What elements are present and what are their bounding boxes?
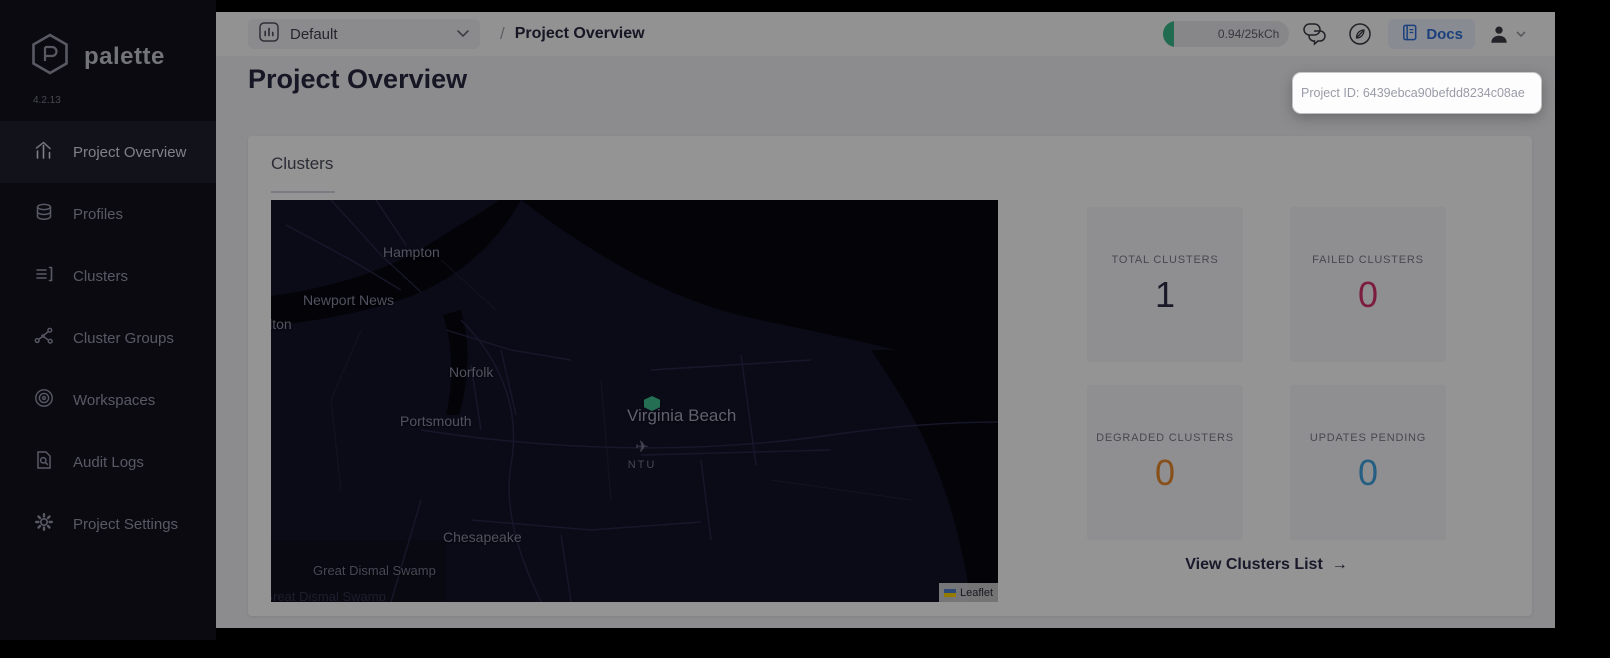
view-clusters-list-link[interactable]: View Clusters List → — [1087, 556, 1446, 574]
airport-code: NTU — [627, 459, 657, 471]
clusters-panel: Clusters Hampton Newport News ton Norfol… — [248, 136, 1532, 616]
main-content: Project Overview Clusters Hampton Newpor… — [216, 56, 1555, 628]
chart-square-icon — [258, 21, 280, 48]
view-clusters-list-label: View Clusters List — [1185, 556, 1323, 573]
header-actions: 0.94/25kCh Docs — [1163, 19, 1527, 49]
docs-button[interactable]: Docs — [1388, 19, 1475, 49]
stat-value: 0 — [1357, 273, 1379, 315]
airplane-icon: ✈ — [635, 439, 649, 456]
sidebar-item-label: Project Settings — [73, 515, 179, 533]
user-menu-button[interactable] — [1488, 23, 1527, 45]
map-label-city: Hampton — [383, 244, 440, 260]
arrow-right-icon: → — [1331, 556, 1348, 573]
sidebar-item-label: Profiles — [73, 205, 124, 223]
sidebar-item-label: Clusters — [73, 267, 129, 285]
sidebar-item-clusters[interactable]: Clusters — [0, 245, 216, 307]
sidebar-item-label: Audit Logs — [73, 453, 144, 471]
palette-logo-icon — [28, 32, 72, 81]
stat-label: FAILED CLUSTERS — [1312, 253, 1424, 266]
help-button[interactable] — [1345, 19, 1375, 49]
map-label-area: Great Dismal Swamp — [313, 563, 436, 578]
usage-progress-fill — [1163, 21, 1175, 47]
sidebar-item-audit-logs[interactable]: Audit Logs — [0, 431, 216, 493]
bar-chart-icon — [33, 139, 55, 165]
brand-name: palette — [84, 42, 165, 70]
usage-badge[interactable]: 0.94/25kCh — [1163, 21, 1290, 47]
list-icon — [33, 263, 55, 289]
ukraine-flag-icon — [943, 588, 956, 597]
section-underline — [271, 191, 335, 193]
book-icon — [1400, 23, 1419, 46]
chat-bubbles-icon — [1303, 23, 1327, 46]
stat-label: DEGRADED CLUSTERS — [1096, 431, 1234, 444]
brand[interactable]: palette — [28, 32, 165, 81]
audit-icon — [33, 449, 55, 475]
stat-value: 1 — [1154, 273, 1176, 315]
stat-value: 0 — [1357, 451, 1379, 493]
stat-card-degraded-clusters: DEGRADED CLUSTERS 0 — [1087, 385, 1243, 540]
project-selector[interactable]: Default — [248, 19, 480, 49]
map-tiles — [271, 200, 998, 602]
gear-icon — [33, 511, 55, 537]
map-label-city: Chesapeake — [443, 529, 522, 545]
leaflet-attribution[interactable]: Leaflet — [938, 583, 998, 602]
layers-icon — [33, 201, 55, 227]
network-icon — [33, 325, 55, 351]
chat-button[interactable] — [1302, 19, 1332, 49]
breadcrumb: / Project Overview — [500, 24, 645, 44]
airport-label: ✈ NTU — [622, 439, 662, 472]
map-label-city: Virginia Beach — [627, 406, 737, 425]
usage-text: 0.94/25kCh — [1217, 27, 1280, 41]
compass-icon — [1349, 23, 1372, 45]
stat-label: TOTAL CLUSTERS — [1111, 253, 1219, 266]
project-selector-value: Default — [290, 25, 338, 43]
map-label-city: Newport News — [303, 292, 395, 308]
page-title: Project Overview — [248, 64, 468, 94]
sidebar-item-label: Workspaces — [73, 391, 156, 409]
sidebar-item-project-overview[interactable]: Project Overview — [0, 121, 216, 183]
map-label-city: Portsmouth — [400, 413, 472, 429]
chevron-down-icon — [456, 25, 470, 43]
project-id-tooltip: Project ID: 6439ebca90befdd8234c08ae — [1293, 73, 1541, 113]
user-icon — [1491, 26, 1507, 43]
map-label-city: llton — [271, 316, 292, 332]
sidebar-item-cluster-groups[interactable]: Cluster Groups — [0, 307, 216, 369]
sidebar-item-label: Cluster Groups — [73, 329, 174, 347]
sidebar-item-project-settings[interactable]: Project Settings — [0, 493, 216, 555]
docs-label: Docs — [1426, 25, 1463, 43]
sidebar: palette 4.2.13 Project Overview Profiles… — [0, 0, 216, 640]
leaflet-label: Leaflet — [959, 586, 993, 599]
stat-label: UPDATES PENDING — [1309, 431, 1427, 444]
map-label-area: Great Dismal Swamp — [271, 589, 386, 602]
stat-value: 0 — [1154, 451, 1176, 493]
stat-card-failed-clusters: FAILED CLUSTERS 0 — [1290, 207, 1446, 362]
concentric-icon — [33, 387, 55, 413]
clusters-section-title: Clusters — [271, 154, 334, 173]
chevron-down-icon — [1516, 31, 1526, 38]
stat-card-total-clusters: TOTAL CLUSTERS 1 — [1087, 207, 1243, 362]
breadcrumb-current: Project Overview — [514, 25, 645, 42]
cluster-stats-grid: TOTAL CLUSTERS 1 FAILED CLUSTERS 0 DEGRA… — [1087, 207, 1446, 540]
sidebar-nav: Project Overview Profiles Clusters Clust… — [0, 121, 216, 555]
map-label-city: Norfolk — [449, 364, 494, 380]
clusters-map[interactable]: Hampton Newport News llton Norfolk Virgi… — [271, 200, 998, 602]
breadcrumb-separator: / — [500, 24, 505, 43]
top-header: Default / Project Overview 0.94/25kCh Do… — [216, 12, 1555, 56]
sidebar-item-profiles[interactable]: Profiles — [0, 183, 216, 245]
sidebar-item-workspaces[interactable]: Workspaces — [0, 369, 216, 431]
stat-card-updates-pending: UPDATES PENDING 0 — [1290, 385, 1446, 540]
version-label: 4.2.13 — [33, 95, 61, 106]
sidebar-item-label: Project Overview — [73, 143, 187, 161]
